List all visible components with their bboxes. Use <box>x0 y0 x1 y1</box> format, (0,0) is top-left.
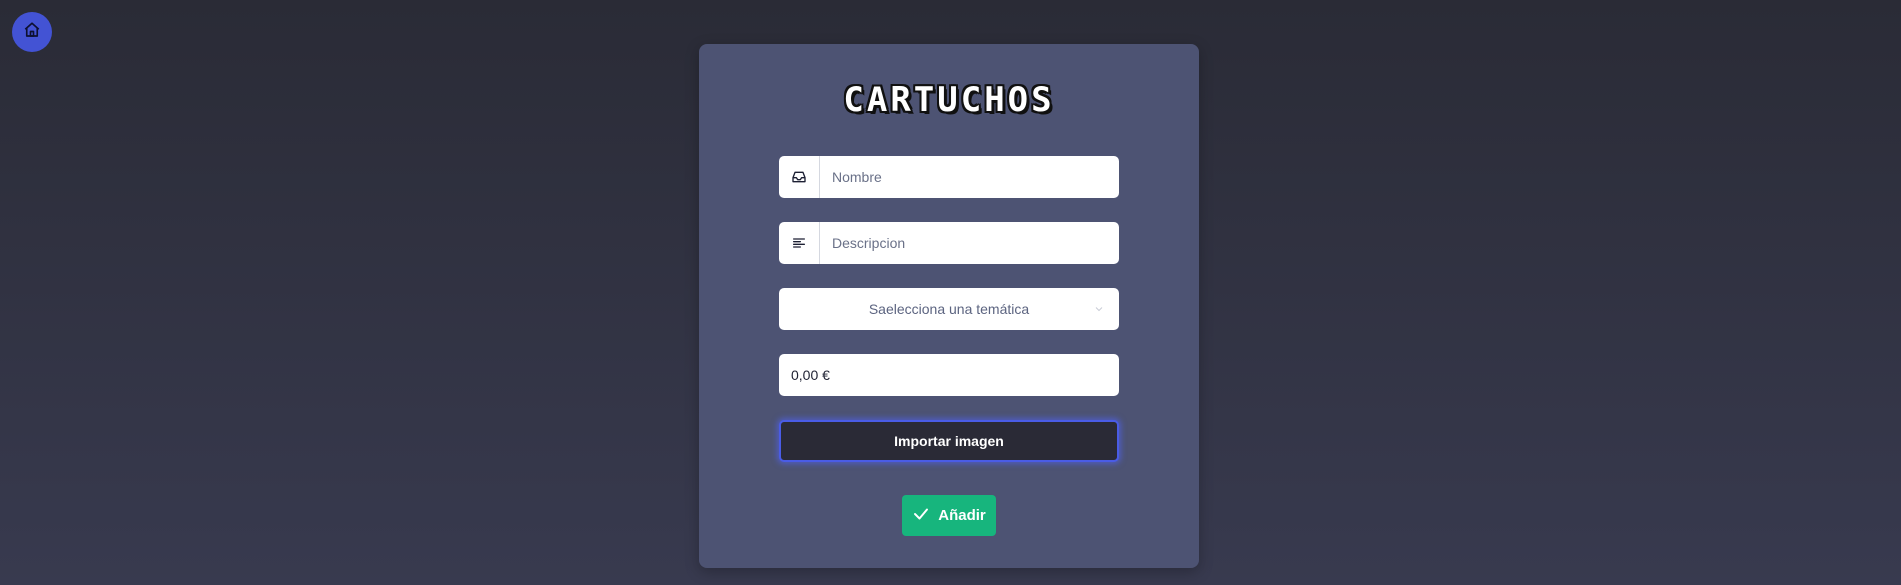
import-image-button[interactable]: Importar imagen <box>779 420 1119 462</box>
tematica-selected-value: Saelecciona una temática <box>868 301 1030 317</box>
descripcion-input[interactable] <box>820 222 1119 264</box>
logo-title: CARTUCHOS <box>843 80 1055 120</box>
inbox-icon <box>779 156 820 198</box>
align-left-icon <box>779 222 820 264</box>
home-icon <box>23 21 41 44</box>
precio-field[interactable]: 0,00 € <box>779 354 1119 396</box>
add-cartridge-card: CARTUCHOS Saelecciona una temática <box>699 44 1199 568</box>
precio-value: 0,00 € <box>791 367 830 383</box>
nombre-input[interactable] <box>820 156 1119 198</box>
descripcion-field <box>779 222 1119 264</box>
check-icon <box>912 505 930 527</box>
add-label: Añadir <box>938 507 986 524</box>
import-image-label: Importar imagen <box>894 433 1004 449</box>
home-button[interactable] <box>12 12 52 52</box>
tematica-select[interactable]: Saelecciona una temática <box>779 288 1119 330</box>
chevron-down-icon <box>1093 302 1105 320</box>
add-button[interactable]: Añadir <box>902 495 996 536</box>
nombre-field <box>779 156 1119 198</box>
